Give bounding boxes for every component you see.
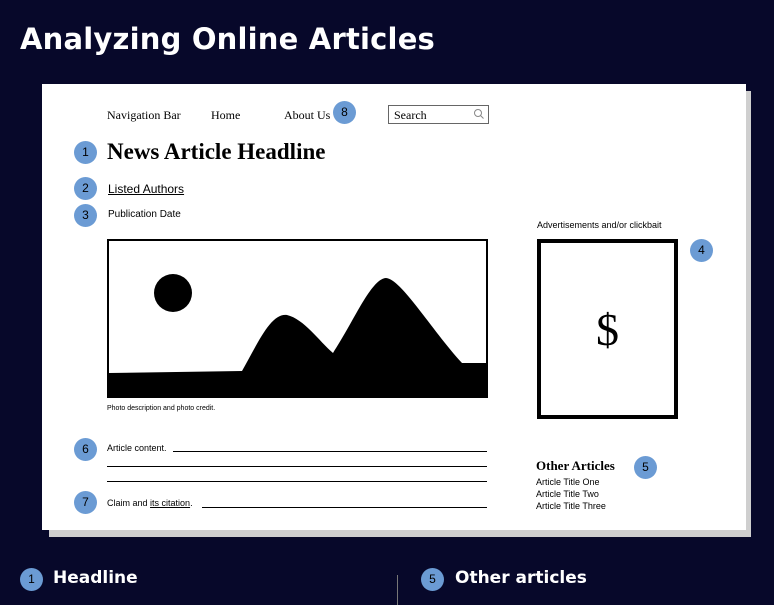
nav-home[interactable]: Home [211,108,240,123]
landscape-image-icon [109,274,486,396]
section-title-other-articles: Other articles [455,568,587,588]
other-articles-heading: Other Articles [536,458,615,473]
claim-text: Claim and its citation. [107,498,193,508]
dollar-icon: $ [596,304,619,355]
section-badge-1: 1 [20,568,43,591]
article-content-label: Article content. [107,443,167,453]
search-icon [474,109,484,119]
other-article-link[interactable]: Article Title One [536,477,600,487]
article-headline: News Article Headline [107,139,326,164]
badge-8: 8 [333,101,356,124]
section-badge-5: 5 [421,568,444,591]
listed-authors[interactable]: Listed Authors [108,182,184,196]
content-line [107,481,487,482]
badge-2: 2 [74,177,97,200]
badge-3: 3 [74,204,97,227]
nav-about-us[interactable]: About Us [284,108,330,123]
badge-7: 7 [74,491,97,514]
article-photo [107,239,488,398]
article-mockup: Navigation Bar Home About Us 8 Search 1 … [42,84,746,530]
ads-label: Advertisements and/or clickbait [537,220,662,230]
badge-5: 5 [634,456,657,479]
content-line [202,507,487,508]
nav-bar-label: Navigation Bar [107,108,181,122]
badge-4: 4 [690,239,713,262]
search-placeholder: Search [394,108,427,122]
main-title: Analyzing Online Articles [20,22,436,56]
section-title-headline: Headline [53,568,138,588]
badge-6: 6 [74,438,97,461]
content-line [173,451,487,452]
badge-1: 1 [74,141,97,164]
advertisement-box[interactable]: $ [537,239,678,419]
photo-caption: Photo description and photo credit. [107,405,216,412]
claim-period: . [190,498,193,508]
citation-link[interactable]: its citation [150,498,190,508]
other-article-link[interactable]: Article Title Two [536,489,599,499]
other-article-link[interactable]: Article Title Three [536,501,606,511]
claim-label: Claim and [107,498,151,508]
content-line [107,466,487,467]
publication-date: Publication Date [108,209,181,220]
section-divider [397,575,398,605]
search-input[interactable]: Search [388,105,489,124]
